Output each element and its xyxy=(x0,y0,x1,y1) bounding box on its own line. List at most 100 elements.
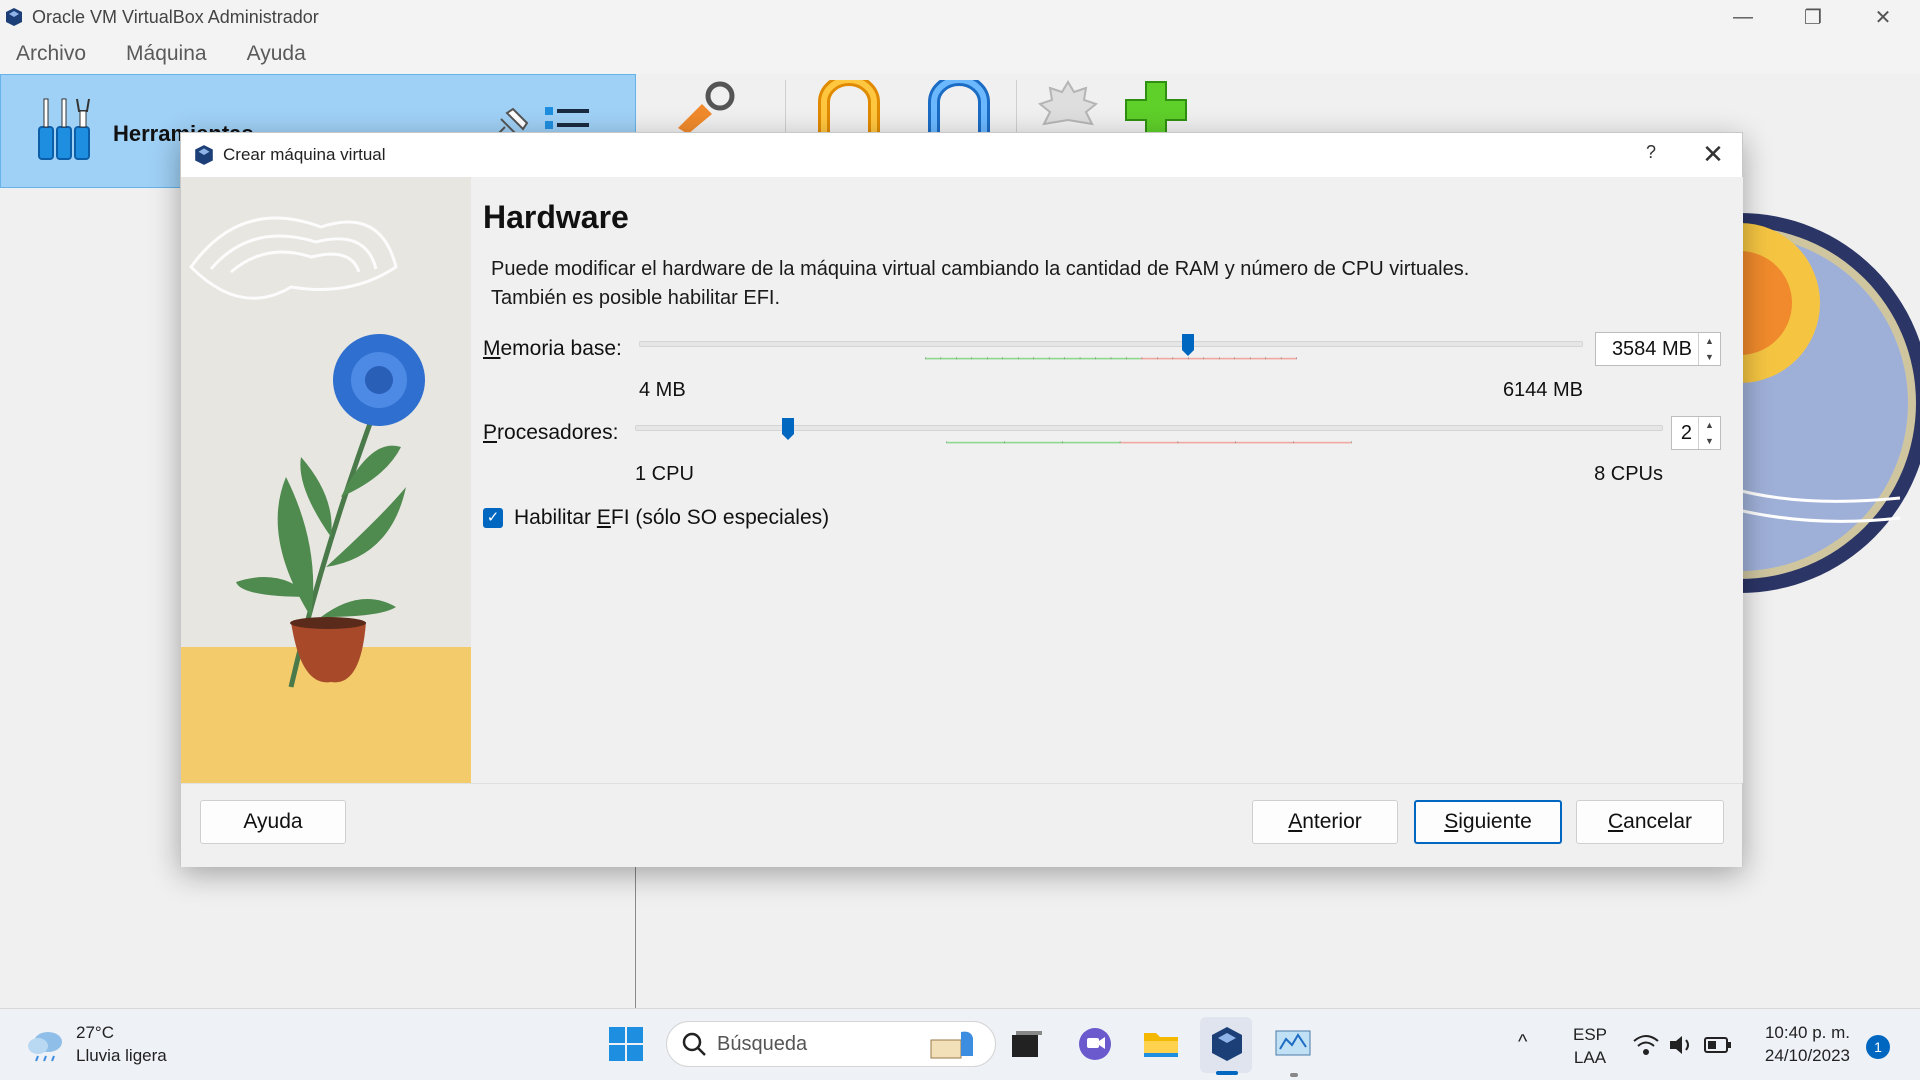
clock[interactable]: 10:40 p. m. 24/10/2023 xyxy=(1746,1021,1850,1067)
menu-archivo[interactable]: Archivo xyxy=(16,42,86,66)
language-indicator[interactable]: ESP LAA xyxy=(1568,1023,1612,1069)
processors-slider-handle[interactable] xyxy=(781,417,795,441)
notification-badge[interactable]: 1 xyxy=(1866,1035,1890,1059)
monitor-app-icon[interactable] xyxy=(1272,1023,1314,1065)
running-app-indicator xyxy=(1290,1073,1298,1077)
efi-checkbox[interactable]: ✓ xyxy=(483,508,503,528)
memory-stepper[interactable]: ▲ ▼ xyxy=(1698,333,1720,365)
windows-start-icon[interactable] xyxy=(605,1023,647,1065)
create-vm-dialog: Crear máquina virtual ? ✕ Hardware Puede… xyxy=(180,132,1743,867)
cancel-button[interactable]: Cancelar xyxy=(1576,800,1724,844)
weather-desc: Lluvia ligera xyxy=(76,1046,167,1065)
virtualbox-taskbar-icon[interactable] xyxy=(1206,1023,1248,1065)
chat-icon[interactable] xyxy=(1074,1023,1116,1065)
clock-time: 10:40 p. m. xyxy=(1764,1023,1850,1042)
processors-label: Procesadores: xyxy=(483,421,618,445)
efi-label-end: FI (sólo SO especiales) xyxy=(610,506,830,529)
import-icon[interactable] xyxy=(816,80,882,134)
processors-value[interactable]: 2 xyxy=(1672,422,1698,445)
processors-label-text: rocesadores: xyxy=(497,421,619,444)
increment-icon[interactable]: ▲ xyxy=(1699,333,1720,349)
memory-slider[interactable] xyxy=(639,333,1583,373)
wifi-icon[interactable] xyxy=(1632,1033,1660,1057)
efi-option[interactable]: ✓ Habilitar EFI (sólo SO especiales) xyxy=(483,506,829,530)
processors-stepper[interactable]: ▲ ▼ xyxy=(1698,417,1720,449)
close-icon: ✕ xyxy=(1702,139,1724,169)
menu-maquina[interactable]: Máquina xyxy=(126,42,207,66)
search-icon xyxy=(682,1032,706,1056)
efi-label[interactable]: Habilitar EFI (sólo SO especiales) xyxy=(514,506,829,530)
help-button[interactable]: Ayuda xyxy=(200,800,346,844)
description-line-2: También es posible habilitar EFI. xyxy=(491,287,781,309)
memory-label-text: emoria base: xyxy=(500,337,622,360)
processors-slider-scale xyxy=(946,441,1352,444)
preferences-icon[interactable] xyxy=(672,80,742,134)
new-vm-disabled-icon xyxy=(1037,80,1099,126)
app-title: Oracle VM VirtualBox Administrador xyxy=(32,6,319,27)
slider-safe-range xyxy=(925,357,1141,360)
app-titlebar: Oracle VM VirtualBox Administrador xyxy=(0,0,1920,34)
memory-slider-scale xyxy=(925,357,1297,360)
efi-label-mnemonic: E xyxy=(596,506,611,529)
slider-safe-range xyxy=(946,441,1121,444)
virtualbox-icon xyxy=(195,145,213,165)
task-view-icon[interactable] xyxy=(1004,1023,1046,1065)
processors-max-label: 8 CPUs xyxy=(1594,463,1663,485)
memory-label: Memoria base: xyxy=(483,337,622,361)
dialog-help-button[interactable]: ? xyxy=(1633,142,1669,168)
dialog-close-button[interactable]: ✕ xyxy=(1693,139,1733,171)
back-mnemonic: A xyxy=(1288,810,1303,833)
add-icon[interactable] xyxy=(1124,80,1188,134)
rain-cloud-icon xyxy=(28,1032,62,1062)
decrement-icon[interactable]: ▼ xyxy=(1699,433,1720,449)
cancel-label: ancelar xyxy=(1623,810,1693,833)
volume-icon[interactable] xyxy=(1668,1033,1696,1057)
toolbar-separator xyxy=(1016,80,1017,132)
increment-icon[interactable]: ▲ xyxy=(1699,417,1720,433)
minimize-button[interactable]: — xyxy=(1708,0,1778,34)
close-icon: ✕ xyxy=(1874,6,1892,29)
next-mnemonic: S xyxy=(1444,810,1459,833)
export-icon[interactable] xyxy=(926,80,992,134)
memory-min-label: 4 MB xyxy=(639,379,686,401)
processors-spinbox[interactable]: 2 ▲ ▼ xyxy=(1671,416,1721,450)
taskbar-search[interactable]: Búsqueda xyxy=(666,1021,996,1067)
tray-overflow-chevron[interactable]: ^ xyxy=(1518,1031,1527,1054)
weather-widget[interactable]: 27°C Lluvia ligera xyxy=(26,1021,167,1067)
close-window-button[interactable]: ✕ xyxy=(1848,0,1918,34)
toolbar-separator xyxy=(785,80,786,132)
taskbar: 27°C Lluvia ligera Búsqueda ^ ESP LAA 10… xyxy=(0,1008,1920,1080)
tools-icon xyxy=(38,98,90,160)
slider-warning-range xyxy=(1120,441,1352,444)
battery-icon[interactable] xyxy=(1704,1035,1732,1055)
page-description: Puede modificar el hardware de la máquin… xyxy=(491,255,1469,313)
description-line-1: Puede modificar el hardware de la máquin… xyxy=(491,258,1470,280)
memory-value[interactable]: 3584 MB xyxy=(1596,338,1698,361)
cancel-mnemonic: C xyxy=(1607,810,1624,833)
weather-temp: 27°C xyxy=(76,1023,114,1042)
maximize-icon: ❐ xyxy=(1804,6,1822,29)
active-app-indicator xyxy=(1216,1071,1238,1075)
processors-label-mnemonic: P xyxy=(483,421,498,444)
next-label: iguiente xyxy=(1458,810,1532,833)
wizard-content: Hardware Puede modificar el hardware de … xyxy=(471,177,1743,783)
processors-min-label: 1 CPU xyxy=(635,463,694,485)
file-explorer-icon[interactable] xyxy=(1140,1023,1182,1065)
keyboard-layout: LAA xyxy=(1573,1048,1607,1067)
back-label: nterior xyxy=(1302,810,1362,833)
memory-spinbox[interactable]: 3584 MB ▲ ▼ xyxy=(1595,332,1721,366)
search-highlight-icon xyxy=(930,1031,973,1059)
wizard-artwork xyxy=(181,177,471,783)
flower-pot-illustration xyxy=(181,177,471,783)
slider-warning-range xyxy=(1140,357,1297,360)
minimize-icon: — xyxy=(1733,5,1753,28)
menu-ayuda[interactable]: Ayuda xyxy=(247,42,306,66)
decrement-icon[interactable]: ▼ xyxy=(1699,349,1720,365)
clock-date: 24/10/2023 xyxy=(1764,1046,1850,1065)
processors-slider[interactable] xyxy=(635,417,1663,457)
maximize-button[interactable]: ❐ xyxy=(1778,0,1848,34)
next-button[interactable]: Siguiente xyxy=(1414,800,1562,844)
memory-slider-handle[interactable] xyxy=(1181,333,1195,357)
back-button[interactable]: Anterior xyxy=(1252,800,1398,844)
virtualbox-icon xyxy=(6,8,22,26)
